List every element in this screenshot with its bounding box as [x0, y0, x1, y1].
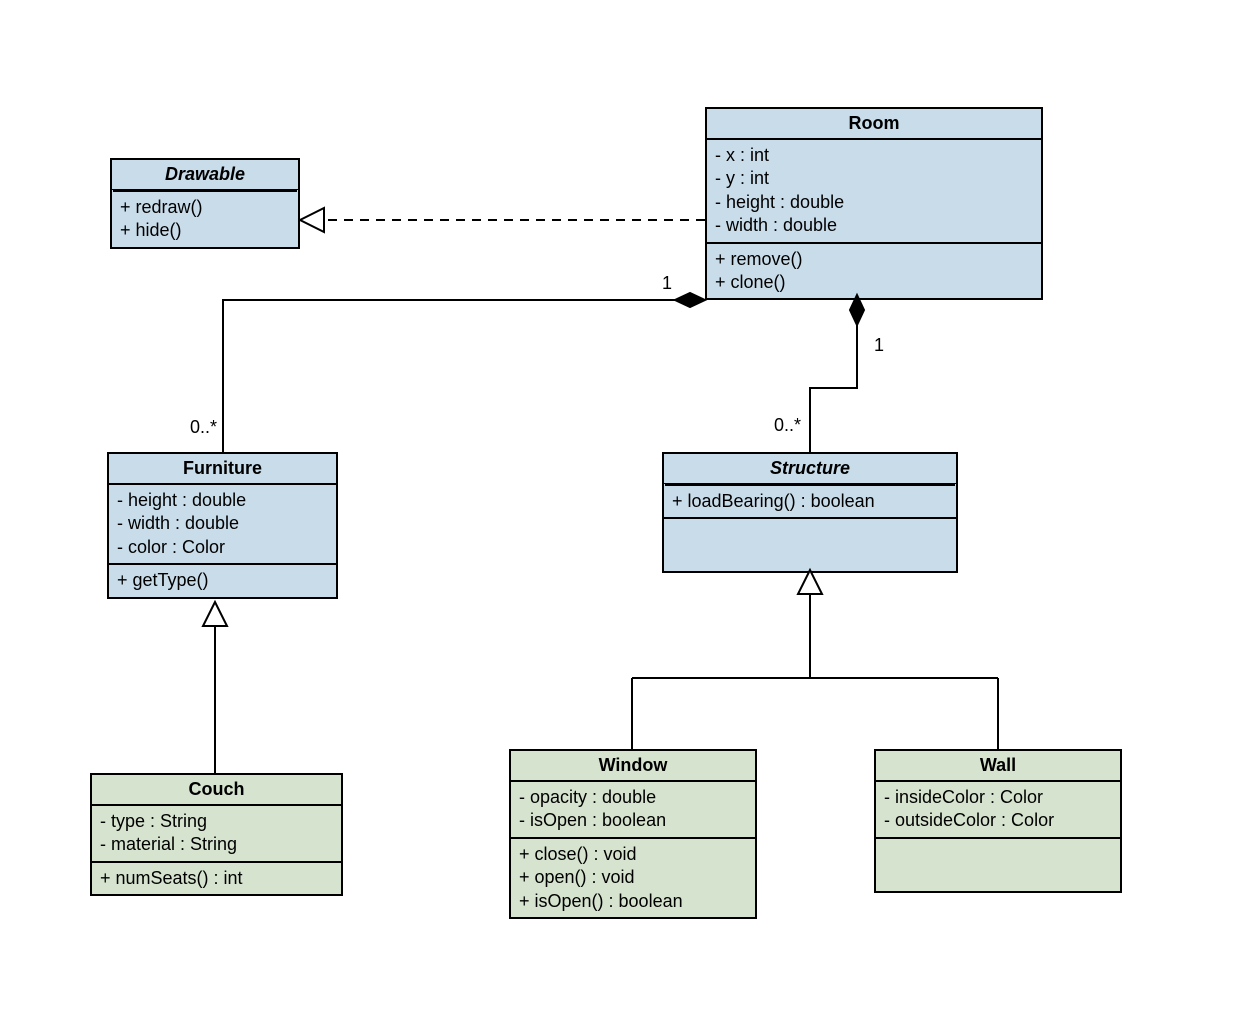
method: + hide() [120, 219, 290, 242]
class-furniture-methods: + getType() [109, 565, 336, 596]
method: + clone() [715, 271, 1033, 294]
attr: - type : String [100, 810, 333, 833]
attr: - width : double [715, 214, 1033, 237]
attr: - width : double [117, 512, 328, 535]
class-room-attrs: - x : int - y : int - height : double - … [707, 140, 1041, 244]
method: + isOpen() : boolean [519, 890, 747, 913]
attr: - height : double [117, 489, 328, 512]
attr: - y : int [715, 167, 1033, 190]
class-window-attrs: - opacity : double - isOpen : boolean [511, 782, 755, 839]
class-window: Window - opacity : double - isOpen : boo… [509, 749, 757, 919]
method: + loadBearing() : boolean [672, 490, 948, 513]
realization-room-drawable [300, 208, 705, 232]
attr: - insideColor : Color [884, 786, 1112, 809]
class-furniture-title: Furniture [109, 454, 336, 485]
method: + numSeats() : int [100, 867, 333, 890]
attr: - color : Color [117, 536, 328, 559]
class-wall: Wall - insideColor : Color - outsideColo… [874, 749, 1122, 893]
class-drawable-title: Drawable [112, 160, 298, 190]
composition-room-structure [810, 295, 864, 452]
method: + remove() [715, 248, 1033, 271]
method: + open() : void [519, 866, 747, 889]
attr: - height : double [715, 191, 1033, 214]
class-wall-title: Wall [876, 751, 1120, 782]
class-room: Room - x : int - y : int - height : doub… [705, 107, 1043, 300]
class-structure-title: Structure [664, 454, 956, 484]
class-couch: Couch - type : String - material : Strin… [90, 773, 343, 896]
class-structure: Structure + loadBearing() : boolean [662, 452, 958, 573]
class-structure-methods: + loadBearing() : boolean [664, 486, 956, 519]
class-furniture-attrs: - height : double - width : double - col… [109, 485, 336, 565]
mult-room-to-structure-room: 1 [874, 335, 884, 356]
class-furniture: Furniture - height : double - width : do… [107, 452, 338, 599]
class-window-title: Window [511, 751, 755, 782]
class-wall-attrs: - insideColor : Color - outsideColor : C… [876, 782, 1120, 839]
attr: - isOpen : boolean [519, 809, 747, 832]
class-couch-title: Couch [92, 775, 341, 806]
class-drawable: Drawable + redraw() + hide() [110, 158, 300, 249]
mult-room-to-structure-struct: 0..* [774, 415, 801, 436]
attr: - material : String [100, 833, 333, 856]
class-couch-attrs: - type : String - material : String [92, 806, 341, 863]
method: + getType() [117, 569, 328, 592]
class-room-title: Room [707, 109, 1041, 140]
attr: - outsideColor : Color [884, 809, 1112, 832]
class-window-methods: + close() : void + open() : void + isOpe… [511, 839, 755, 917]
class-couch-methods: + numSeats() : int [92, 863, 341, 894]
mult-room-to-furniture-furn: 0..* [190, 417, 217, 438]
method: + redraw() [120, 196, 290, 219]
attr: - opacity : double [519, 786, 747, 809]
class-room-methods: + remove() + clone() [707, 244, 1041, 299]
class-structure-empty [664, 519, 956, 571]
class-wall-empty [876, 839, 1120, 891]
method: + close() : void [519, 843, 747, 866]
class-drawable-methods: + redraw() + hide() [112, 192, 298, 247]
composition-room-furniture [223, 293, 705, 452]
attr: - x : int [715, 144, 1033, 167]
generalization-couch-furniture [203, 602, 227, 773]
generalization-structure-children [632, 570, 998, 749]
mult-room-to-furniture-room: 1 [662, 273, 672, 294]
